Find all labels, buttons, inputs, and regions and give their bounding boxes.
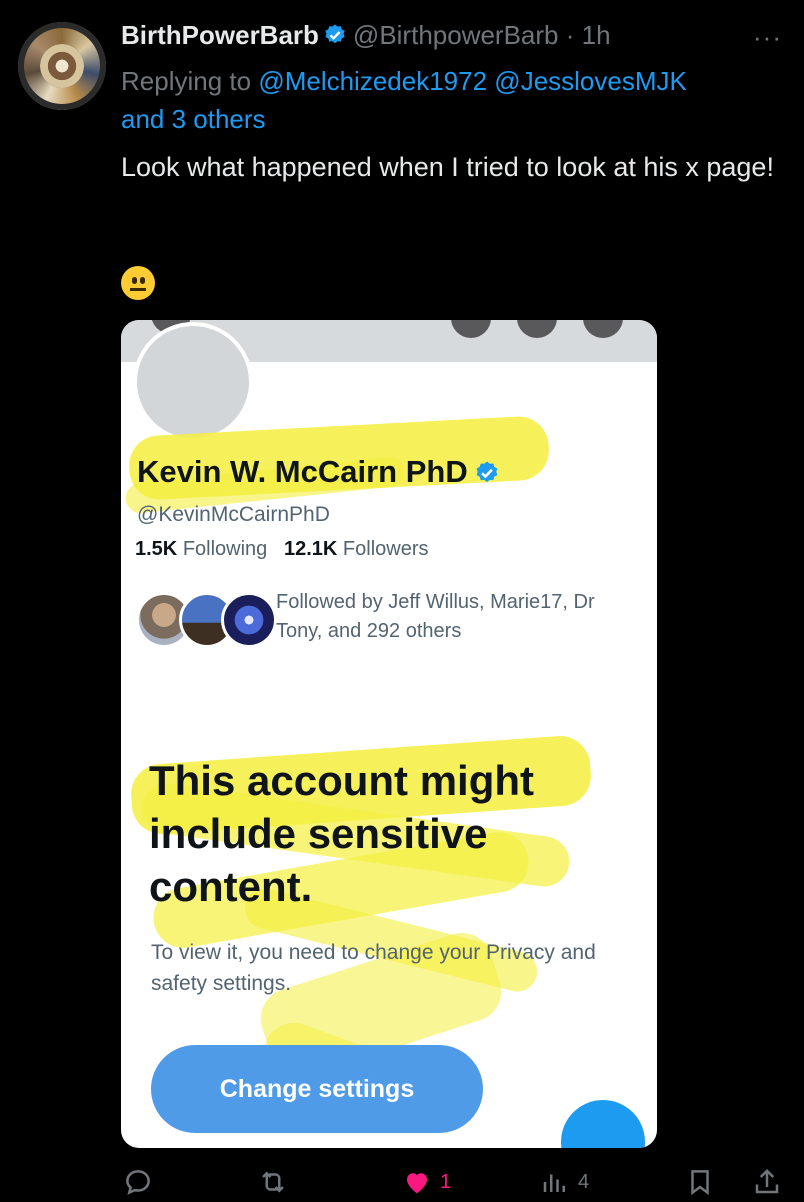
compose-fab-icon <box>561 1100 645 1148</box>
profile-avatar-placeholder <box>133 322 253 442</box>
views-icon <box>543 1174 565 1192</box>
heart-icon <box>407 1173 427 1194</box>
verified-badge-icon <box>323 23 347 54</box>
separator-dot: · <box>565 20 575 50</box>
reply-icon <box>126 1170 150 1195</box>
follower-avatar <box>221 592 277 648</box>
share-button[interactable] <box>752 1162 782 1202</box>
sensitive-heading: This account might include sensitive con… <box>149 757 535 910</box>
like-button[interactable]: 1 <box>402 1162 451 1202</box>
attached-image[interactable]: Kevin W. McCairn PhD @KevinMcCairnPhD 1.… <box>121 320 657 1148</box>
banner-button-icon <box>451 320 491 338</box>
verified-badge-icon <box>474 458 500 494</box>
tweet-header: BirthPowerBarb @BirthpowerBarb · 1h <box>121 20 611 54</box>
reply-others-link[interactable]: and 3 others <box>121 104 266 134</box>
views-button[interactable]: 4 <box>540 1162 589 1202</box>
reply-mention-1[interactable]: @Melchizedek1972 <box>258 66 487 96</box>
change-settings-button: Change settings <box>151 1045 483 1133</box>
author-name[interactable]: BirthPowerBarb <box>121 20 319 50</box>
reply-button[interactable] <box>123 1162 153 1202</box>
followers-label: Followers <box>342 538 429 560</box>
bookmark-icon <box>691 1170 709 1196</box>
views-count: 4 <box>578 1170 590 1193</box>
following-count: 1.5K <box>135 538 178 560</box>
neutral-face-emoji <box>121 266 155 300</box>
banner-button-icon <box>517 320 557 338</box>
author-avatar[interactable] <box>18 22 106 110</box>
profile-name: Kevin W. McCairn PhD <box>137 454 500 494</box>
author-handle[interactable]: @BirthpowerBarb <box>353 20 559 50</box>
share-icon <box>755 1168 779 1194</box>
bookmark-button[interactable] <box>685 1162 715 1202</box>
reply-mention-2[interactable]: @JesslovesMJK <box>494 66 687 96</box>
followers-count: 12.1K <box>283 538 338 560</box>
banner-button-icon <box>583 320 623 338</box>
privacy-text: To view it, you need to change your Priv… <box>151 941 596 995</box>
profile-handle: @KevinMcCairnPhD <box>137 503 330 526</box>
replying-prefix: Replying to <box>121 66 252 96</box>
retweet-icon <box>262 1171 284 1193</box>
like-count: 1 <box>440 1170 452 1193</box>
replying-to: Replying to @Melchizedek1972 @JesslovesM… <box>121 62 781 138</box>
followed-by-text: Followed by Jeff Willus, Marie17, Dr Ton… <box>276 591 595 642</box>
following-label: Following <box>182 538 268 560</box>
more-options-icon[interactable]: ··· <box>753 22 782 53</box>
post-time[interactable]: 1h <box>582 20 611 50</box>
retweet-button[interactable] <box>258 1162 288 1202</box>
profile-name-text: Kevin W. McCairn PhD <box>137 454 468 489</box>
tweet-text: Look what happened when I tried to look … <box>121 152 774 182</box>
profile-stats: 1.5K Following 12.1K Followers <box>135 538 428 561</box>
